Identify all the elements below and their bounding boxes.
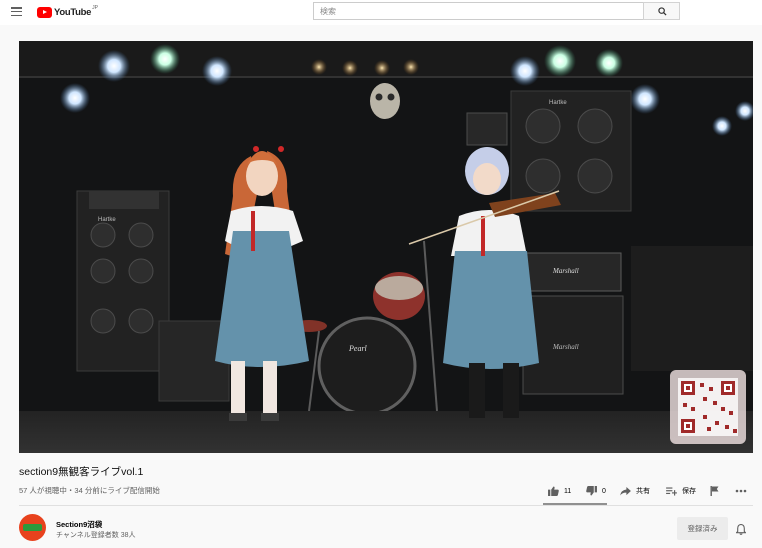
video-player[interactable]: Hartke Hartke Marshall Marshall Pearl [19, 41, 753, 453]
like-count: 11 [564, 487, 572, 495]
video-meta: 57 人が視聴中・34 分前にライブ配信開始 [19, 486, 160, 495]
dislike-count: 0 [602, 487, 606, 495]
share-label: 共有 [636, 488, 650, 495]
more-horizontal-icon [735, 489, 747, 493]
menu-icon[interactable] [11, 7, 22, 17]
youtube-logo[interactable]: YouTube JP [37, 5, 98, 19]
masthead: YouTube JP 検索 [0, 0, 762, 25]
thumbs-up-icon [548, 486, 559, 496]
notification-bell-icon[interactable] [735, 522, 747, 540]
subscribe-button[interactable]: 登録済み [677, 517, 728, 540]
share-icon [620, 486, 631, 496]
channel-avatar[interactable] [19, 514, 46, 541]
search-input[interactable]: 検索 [313, 2, 644, 20]
qr-code [670, 370, 746, 444]
search-icon [658, 7, 667, 16]
play-logo-icon [37, 6, 52, 18]
thumbs-down-icon [586, 486, 597, 496]
save-button[interactable]: 保存 [666, 484, 696, 498]
subscriber-count: チャンネル登録者数 38人 [56, 532, 136, 539]
video-title: section9無観客ライブvol.1 [19, 466, 144, 478]
channel-name[interactable]: Section9沼袋 [56, 519, 102, 530]
logo-region: JP [92, 5, 98, 11]
logo-text: YouTube [54, 6, 92, 18]
share-button[interactable]: 共有 [620, 484, 650, 498]
divider [19, 505, 753, 506]
save-label: 保存 [682, 488, 696, 495]
flag-icon [710, 486, 719, 496]
like-button[interactable]: 11 [548, 484, 571, 498]
dislike-button[interactable]: 0 [586, 484, 606, 498]
report-button[interactable] [710, 484, 724, 498]
search-button[interactable] [643, 2, 680, 20]
playlist-add-icon [666, 486, 677, 496]
more-actions-button[interactable] [735, 484, 752, 498]
